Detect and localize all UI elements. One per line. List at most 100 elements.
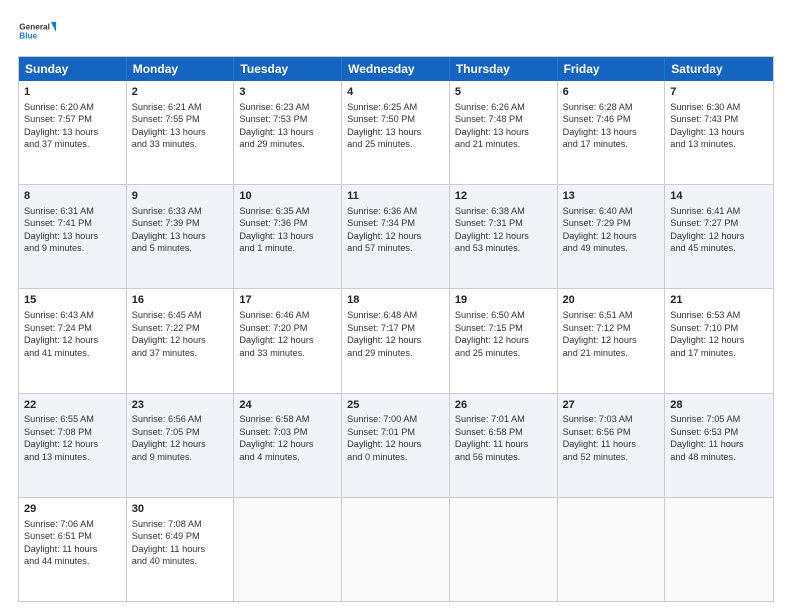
calendar-cell: 12Sunrise: 6:38 AMSunset: 7:31 PMDayligh… <box>450 185 558 288</box>
day-info: and 56 minutes. <box>455 451 552 463</box>
calendar-cell <box>450 498 558 601</box>
calendar-cell: 21Sunrise: 6:53 AMSunset: 7:10 PMDayligh… <box>665 289 773 392</box>
day-number: 27 <box>563 398 660 413</box>
day-info: Sunset: 6:58 PM <box>455 426 552 438</box>
calendar-cell: 17Sunrise: 6:46 AMSunset: 7:20 PMDayligh… <box>234 289 342 392</box>
day-info: and 21 minutes. <box>455 138 552 150</box>
calendar-cell: 18Sunrise: 6:48 AMSunset: 7:17 PMDayligh… <box>342 289 450 392</box>
day-number: 20 <box>563 293 660 308</box>
day-info: Sunset: 6:56 PM <box>563 426 660 438</box>
calendar-cell <box>558 498 666 601</box>
calendar: SundayMondayTuesdayWednesdayThursdayFrid… <box>18 56 774 602</box>
day-info: Sunrise: 6:20 AM <box>24 101 121 113</box>
day-info: Sunrise: 6:50 AM <box>455 309 552 321</box>
day-info: Daylight: 12 hours <box>670 230 768 242</box>
day-info: Daylight: 12 hours <box>132 438 229 450</box>
day-number: 14 <box>670 189 768 204</box>
day-info: and 9 minutes. <box>24 242 121 254</box>
day-info: Sunset: 7:24 PM <box>24 322 121 334</box>
day-number: 25 <box>347 398 444 413</box>
day-number: 5 <box>455 85 552 100</box>
calendar-cell: 2Sunrise: 6:21 AMSunset: 7:55 PMDaylight… <box>127 81 235 184</box>
day-info: Daylight: 11 hours <box>455 438 552 450</box>
day-info: Sunrise: 6:46 AM <box>239 309 336 321</box>
calendar-header-cell: Saturday <box>665 57 773 81</box>
day-info: Sunset: 7:05 PM <box>132 426 229 438</box>
day-info: Sunrise: 6:58 AM <box>239 413 336 425</box>
day-info: Daylight: 13 hours <box>132 230 229 242</box>
day-number: 16 <box>132 293 229 308</box>
day-info: Sunset: 6:51 PM <box>24 530 121 542</box>
day-info: and 9 minutes. <box>132 451 229 463</box>
day-number: 23 <box>132 398 229 413</box>
day-info: and 49 minutes. <box>563 242 660 254</box>
calendar-header-cell: Monday <box>127 57 235 81</box>
day-info: Daylight: 12 hours <box>132 334 229 346</box>
day-info: Daylight: 12 hours <box>24 334 121 346</box>
calendar-cell: 19Sunrise: 6:50 AMSunset: 7:15 PMDayligh… <box>450 289 558 392</box>
day-info: Sunset: 7:10 PM <box>670 322 768 334</box>
calendar-row: 29Sunrise: 7:06 AMSunset: 6:51 PMDayligh… <box>19 497 773 601</box>
calendar-cell: 29Sunrise: 7:06 AMSunset: 6:51 PMDayligh… <box>19 498 127 601</box>
calendar-cell: 8Sunrise: 6:31 AMSunset: 7:41 PMDaylight… <box>19 185 127 288</box>
calendar-header-cell: Friday <box>558 57 666 81</box>
calendar-cell: 25Sunrise: 7:00 AMSunset: 7:01 PMDayligh… <box>342 394 450 497</box>
day-info: Daylight: 12 hours <box>347 438 444 450</box>
day-info: Daylight: 12 hours <box>24 438 121 450</box>
day-info: Sunrise: 7:00 AM <box>347 413 444 425</box>
day-number: 10 <box>239 189 336 204</box>
day-info: Daylight: 11 hours <box>132 543 229 555</box>
day-info: Daylight: 11 hours <box>670 438 768 450</box>
day-info: Daylight: 12 hours <box>347 230 444 242</box>
day-number: 19 <box>455 293 552 308</box>
day-info: and 21 minutes. <box>563 347 660 359</box>
calendar-cell: 10Sunrise: 6:35 AMSunset: 7:36 PMDayligh… <box>234 185 342 288</box>
day-number: 3 <box>239 85 336 100</box>
day-number: 17 <box>239 293 336 308</box>
day-number: 6 <box>563 85 660 100</box>
day-info: and 13 minutes. <box>670 138 768 150</box>
day-info: and 53 minutes. <box>455 242 552 254</box>
day-info: Sunset: 7:29 PM <box>563 217 660 229</box>
day-info: Sunrise: 6:21 AM <box>132 101 229 113</box>
day-number: 28 <box>670 398 768 413</box>
day-info: Daylight: 12 hours <box>347 334 444 346</box>
calendar-cell: 16Sunrise: 6:45 AMSunset: 7:22 PMDayligh… <box>127 289 235 392</box>
day-info: and 25 minutes. <box>347 138 444 150</box>
calendar-cell <box>665 498 773 601</box>
day-info: Sunrise: 6:31 AM <box>24 205 121 217</box>
day-info: Sunrise: 7:03 AM <box>563 413 660 425</box>
day-number: 13 <box>563 189 660 204</box>
day-info: and 13 minutes. <box>24 451 121 463</box>
calendar-row: 8Sunrise: 6:31 AMSunset: 7:41 PMDaylight… <box>19 184 773 288</box>
day-info: Sunset: 7:27 PM <box>670 217 768 229</box>
day-number: 11 <box>347 189 444 204</box>
day-info: Daylight: 13 hours <box>132 126 229 138</box>
day-info: Sunset: 7:17 PM <box>347 322 444 334</box>
calendar-cell <box>234 498 342 601</box>
calendar-row: 15Sunrise: 6:43 AMSunset: 7:24 PMDayligh… <box>19 288 773 392</box>
day-info: and 44 minutes. <box>24 555 121 567</box>
day-number: 2 <box>132 85 229 100</box>
day-info: Daylight: 11 hours <box>24 543 121 555</box>
calendar-header: SundayMondayTuesdayWednesdayThursdayFrid… <box>19 57 773 81</box>
calendar-cell: 27Sunrise: 7:03 AMSunset: 6:56 PMDayligh… <box>558 394 666 497</box>
calendar-cell: 3Sunrise: 6:23 AMSunset: 7:53 PMDaylight… <box>234 81 342 184</box>
day-info: Sunset: 7:22 PM <box>132 322 229 334</box>
day-number: 15 <box>24 293 121 308</box>
day-info: Sunrise: 6:35 AM <box>239 205 336 217</box>
calendar-cell: 30Sunrise: 7:08 AMSunset: 6:49 PMDayligh… <box>127 498 235 601</box>
day-info: Sunset: 6:53 PM <box>670 426 768 438</box>
day-info: Sunrise: 6:40 AM <box>563 205 660 217</box>
day-info: Sunrise: 6:53 AM <box>670 309 768 321</box>
day-info: and 25 minutes. <box>455 347 552 359</box>
calendar-header-cell: Thursday <box>450 57 558 81</box>
calendar-cell: 9Sunrise: 6:33 AMSunset: 7:39 PMDaylight… <box>127 185 235 288</box>
day-info: Daylight: 13 hours <box>670 126 768 138</box>
day-info: and 5 minutes. <box>132 242 229 254</box>
day-info: Daylight: 11 hours <box>563 438 660 450</box>
calendar-cell: 13Sunrise: 6:40 AMSunset: 7:29 PMDayligh… <box>558 185 666 288</box>
day-number: 1 <box>24 85 121 100</box>
day-info: Sunset: 7:03 PM <box>239 426 336 438</box>
day-number: 26 <box>455 398 552 413</box>
